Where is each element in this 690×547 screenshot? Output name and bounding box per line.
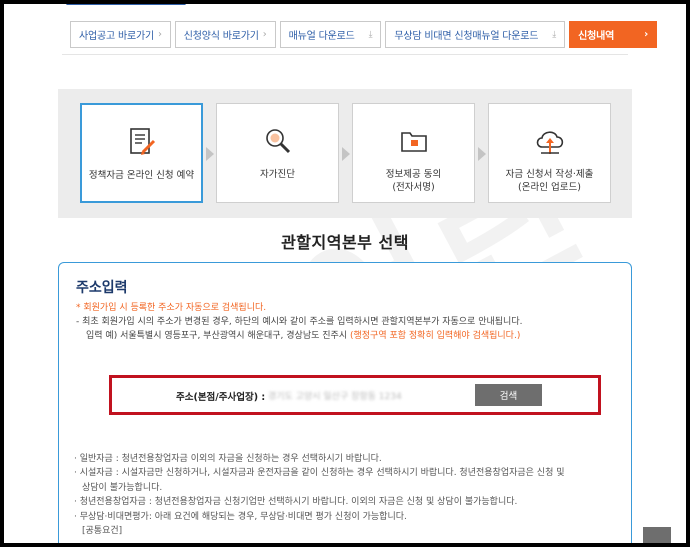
step-submit-application[interactable]: 자금 신청서 작성·제출 (온라인 업로드) (488, 103, 611, 203)
scroll-to-top-button[interactable] (643, 527, 671, 543)
step-label: 자가진단 (260, 169, 295, 180)
form-link[interactable]: 신청양식 바로가기 › (174, 21, 276, 48)
download-icon: ⤓ (368, 29, 373, 40)
list-item: · 일반자금 : 청년전용창업자금 이외의 자금을 신청하는 경우 선택하시기 … (74, 454, 382, 464)
download-icon: ⤓ (552, 29, 557, 40)
step-label: 정보제공 동의 (전자서명) (385, 169, 442, 193)
search-button[interactable]: 검색 (475, 384, 542, 406)
list-item: · 청년전용창업자금 : 청년전용창업자금 신청기업만 선택하시기 바랍니다. … (74, 497, 518, 508)
fund-info-list: · 일반자금 : 청년전용창업자금 이외의 자금을 신청하는 경우 선택하시기 … (74, 452, 565, 538)
announcement-link[interactable]: 사업공고 바로가기 › (70, 21, 171, 48)
top-navigation: 사업공고 바로가기 › 신청양식 바로가기 › 매뉴얼 다운로드 ⤓ 무상담 비… (4, 2, 686, 55)
panel-title: 주소입력 (76, 280, 128, 296)
address-input[interactable] (268, 385, 468, 405)
arrow-right-icon (206, 147, 214, 161)
folder-icon (397, 124, 431, 158)
divider (62, 54, 628, 55)
list-item: 상담이 불가능합니다. (82, 482, 163, 493)
arrow-right-icon (342, 147, 350, 161)
step-label: 정책자금 온라인 신청 예약 (88, 170, 195, 181)
address-label: 주소(본점/주사업장) : (176, 392, 266, 403)
arrow-right-icon (478, 147, 486, 161)
quick-links: 사업공고 바로가기 › 신청양식 바로가기 › 매뉴얼 다운로드 ⤓ 무상담 비… (70, 21, 658, 48)
contactless-manual-download-button[interactable]: 무상담 비대면 신청매뉴얼 다운로드 ⤓ (385, 21, 566, 48)
address-search-box: 주소(본점/주사업장) : 검색 (109, 375, 601, 415)
step-consent-signature[interactable]: 정보제공 동의 (전자서명) (352, 103, 475, 203)
list-item: [공통요건] (82, 526, 123, 537)
process-steps: 정책자금 온라인 신청 예약 자가진단 정보제공 동의 (전자서명) 자금 신청… (58, 89, 632, 218)
step-online-reservation[interactable]: 정책자금 온라인 신청 예약 (80, 103, 203, 203)
application-history-button[interactable]: 신청내역 › (569, 21, 658, 48)
magnifier-icon (261, 124, 295, 158)
chevron-right-icon: › (262, 29, 267, 40)
notice-text: * 회원가입 시 등록한 주소가 자동으로 검색됩니다. - 최초 회원가입 시… (76, 303, 523, 341)
list-item: · 시설자금 : 시설자금만 신청하거나, 시설자금과 운전자금을 같이 신청하… (74, 468, 565, 479)
site-logo (66, 2, 186, 10)
document-pen-icon (125, 125, 159, 159)
address-panel: 주소입력 * 회원가입 시 등록한 주소가 자동으로 검색됩니다. - 최초 회… (58, 262, 632, 547)
cloud-upload-icon (533, 124, 567, 158)
step-label: 자금 신청서 작성·제출 (온라인 업로드) (505, 169, 594, 193)
chevron-right-icon: › (157, 29, 162, 40)
step-self-diagnosis[interactable]: 자가진단 (216, 103, 339, 203)
list-item: · 무상담·비대면평가: 아래 요건에 해당되는 경우, 무상담·비대면 평가 … (74, 511, 407, 522)
chevron-right-icon: › (644, 29, 649, 40)
manual-download-button[interactable]: 매뉴얼 다운로드 ⤓ (279, 21, 382, 48)
page-title: 관할지역본부 선택 (281, 233, 409, 252)
